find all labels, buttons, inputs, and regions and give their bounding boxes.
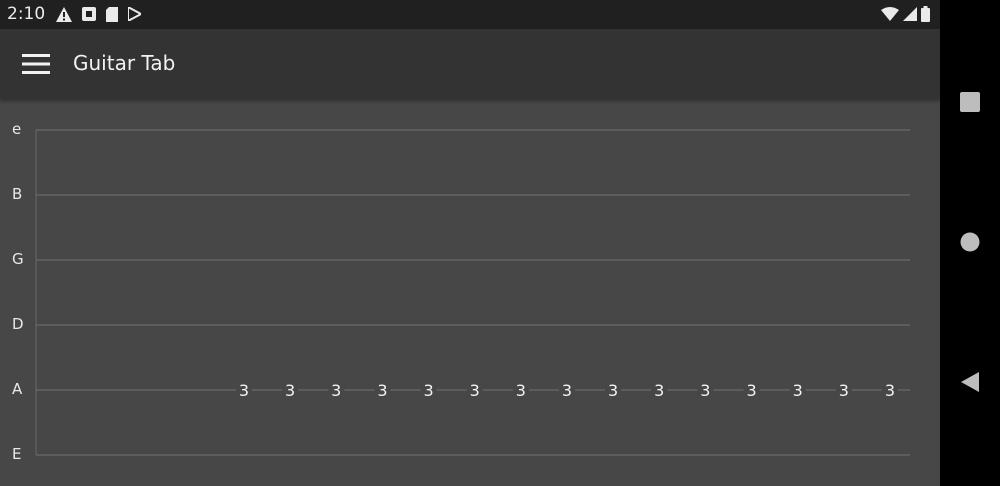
app-screen: 2:10 Guitar Tab 3 3 3 3 3 3 3 3 3 3 3 3 … xyxy=(0,0,940,486)
signal-icon xyxy=(903,7,917,21)
hamburger-menu-icon xyxy=(22,54,50,74)
fret-note[interactable]: 3 xyxy=(608,381,618,400)
fret-note[interactable]: 3 xyxy=(885,381,895,400)
fret-note[interactable]: 3 xyxy=(793,381,803,400)
recents-button[interactable] xyxy=(940,72,1000,132)
recents-square-icon xyxy=(960,92,980,112)
warning-icon xyxy=(56,6,72,22)
notification-box-icon xyxy=(82,7,96,21)
fret-note[interactable]: 3 xyxy=(700,381,710,400)
home-circle-icon xyxy=(960,232,980,252)
home-button[interactable] xyxy=(940,212,1000,272)
wifi-icon xyxy=(881,7,899,21)
sd-card-icon xyxy=(106,6,118,22)
string-label: e xyxy=(12,120,22,138)
fret-note[interactable]: 3 xyxy=(746,381,756,400)
fret-note[interactable]: 3 xyxy=(331,381,341,400)
page-title: Guitar Tab xyxy=(73,51,176,75)
fret-note[interactable]: 3 xyxy=(516,381,526,400)
system-nav-bar xyxy=(940,0,1000,486)
string-label: D xyxy=(12,315,24,333)
back-button[interactable] xyxy=(940,352,1000,412)
tab-lines-canvas: 3 3 3 3 3 3 3 3 3 3 3 3 3 3 3 xyxy=(35,129,910,456)
string-label: E xyxy=(12,445,22,463)
guitar-tab-staff[interactable]: 3 3 3 3 3 3 3 3 3 3 3 3 3 3 3 e B G D A E xyxy=(0,99,940,486)
fret-note[interactable]: 3 xyxy=(239,381,249,400)
app-bar: Guitar Tab xyxy=(0,29,940,99)
fret-note[interactable]: 3 xyxy=(470,381,480,400)
play-store-icon xyxy=(128,7,141,21)
status-time: 2:10 xyxy=(7,4,46,24)
string-label: B xyxy=(12,185,23,203)
string-label: A xyxy=(12,380,23,398)
fret-note[interactable]: 3 xyxy=(423,381,433,400)
status-system-icons xyxy=(881,5,930,23)
fret-note[interactable]: 3 xyxy=(285,381,295,400)
status-bar: 2:10 xyxy=(0,0,940,29)
battery-icon xyxy=(921,6,930,22)
fret-note[interactable]: 3 xyxy=(839,381,849,400)
status-notification-icons xyxy=(56,5,141,23)
fret-note[interactable]: 3 xyxy=(654,381,664,400)
fret-note[interactable]: 3 xyxy=(562,381,572,400)
menu-button[interactable] xyxy=(14,46,58,82)
back-triangle-icon xyxy=(961,372,979,392)
fret-note[interactable]: 3 xyxy=(377,381,387,400)
string-label: G xyxy=(12,250,24,268)
